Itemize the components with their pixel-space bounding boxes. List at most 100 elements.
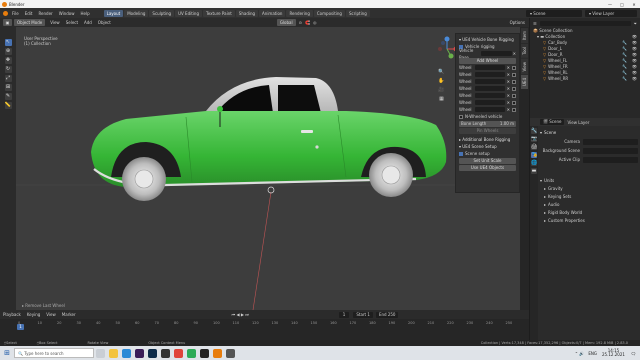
grid-view-icon[interactable]: ▦ — [438, 96, 445, 103]
visibility-eye-icon[interactable]: 👁 — [632, 58, 637, 63]
property-section[interactable]: ▸ Custom Properties — [540, 216, 638, 224]
tray-icons[interactable]: ⌃ 🔊 — [575, 351, 585, 356]
wheel-remove-icon[interactable]: ✕ — [507, 71, 510, 78]
snap-icon[interactable]: 🧲 — [305, 20, 310, 25]
menu-window[interactable]: Window — [59, 11, 75, 16]
wheel-field[interactable] — [475, 72, 505, 77]
use-ue4-objects-button[interactable]: Use UE4 Objects — [459, 164, 516, 171]
rotate-tool-icon[interactable]: ↻ — [4, 66, 12, 73]
menu-file[interactable]: File — [12, 11, 19, 16]
wheel-field[interactable] — [475, 65, 505, 70]
3d-viewport[interactable]: User Perspective (1) Collection 🔍 ✋ 🎥 ▦ … — [16, 27, 529, 310]
n-wheeled-checkbox[interactable]: N-Wheeled vehicle — [459, 113, 516, 120]
timeline-menu-keying[interactable]: Keying — [27, 312, 40, 317]
outliner-type-icon[interactable]: ☰ — [533, 21, 537, 26]
visibility-eye-icon[interactable]: 👁 — [632, 40, 637, 45]
scene-tab-field[interactable]: 🎬 Scene — [540, 119, 565, 125]
orientation-selector[interactable]: Global — [276, 19, 296, 26]
timeline-menu-marker[interactable]: Marker — [62, 312, 76, 317]
language-indicator[interactable]: ENG — [588, 351, 597, 356]
visibility-eye-icon[interactable]: 👁 — [632, 34, 637, 39]
set-unit-scale-button[interactable]: Set Unit Scale — [459, 157, 516, 164]
view-layer-tab[interactable]: View Layer — [567, 120, 589, 125]
sidebar-tab-ue4[interactable]: UE4 — [521, 75, 528, 90]
editor-type-button[interactable]: ▣ — [3, 19, 12, 26]
pan-hand-icon[interactable]: ✋ — [438, 78, 445, 85]
file-explorer-icon[interactable] — [109, 348, 118, 358]
playback-controls[interactable]: ⏮ ◀ ▶ ⏭ — [232, 312, 249, 317]
wheel-remove-icon[interactable]: ✕ — [507, 85, 510, 92]
select-tool-icon[interactable]: ↖ — [4, 39, 12, 46]
proportional-icon[interactable]: ◎ — [313, 20, 317, 25]
measure-tool-icon[interactable]: 📏 — [4, 102, 12, 109]
wheel-field[interactable] — [475, 100, 505, 105]
wheel-field[interactable] — [475, 86, 505, 91]
blender-menu-icon[interactable] — [3, 10, 8, 16]
scene-setup-header[interactable]: ▾ UE4 Scene Setup — [459, 143, 516, 150]
wheel-remove-icon[interactable]: ✕ — [507, 78, 510, 85]
outliner-search-input[interactable] — [539, 21, 631, 26]
unreal-icon[interactable] — [200, 348, 209, 358]
output-props-icon[interactable]: 🖨 — [531, 144, 537, 150]
playhead[interactable]: 1 — [17, 324, 24, 330]
wheel-remove-icon[interactable]: ✕ — [507, 106, 510, 113]
premiere-icon[interactable] — [135, 348, 144, 358]
minimize-icon[interactable]: — — [604, 2, 616, 7]
workspace-tab-uv-editing[interactable]: UV Editing — [175, 9, 202, 17]
move-tool-icon[interactable]: ✥ — [4, 57, 12, 64]
app-icon[interactable] — [187, 348, 196, 358]
visibility-eye-icon[interactable]: 👁 — [632, 70, 637, 75]
current-frame-field[interactable]: 1 — [338, 311, 350, 318]
mode-selector[interactable]: Object Mode — [14, 19, 46, 26]
wheel-remove-icon[interactable]: ✕ — [507, 64, 510, 71]
timeline-ruler[interactable]: 0 10 20 30 40 50 60 70 80 90 100 110 120 130 140 150 160… — [0, 319, 529, 327]
browser-icon[interactable] — [226, 348, 235, 358]
pivot-icon[interactable]: ⊙ — [299, 20, 302, 25]
wheel-checkbox[interactable] — [512, 72, 516, 77]
wheel-checkbox[interactable] — [512, 100, 516, 105]
view-layer-selector[interactable]: ▾ View Layer — [585, 9, 637, 17]
zoom-icon[interactable]: 🔍 — [438, 69, 445, 76]
add-wheel-button[interactable]: Add Wheel — [459, 57, 516, 64]
wheel-checkbox[interactable] — [512, 93, 516, 98]
filter-icon[interactable]: ⏷ — [634, 21, 637, 26]
wheel-checkbox[interactable] — [512, 86, 516, 91]
obs-icon[interactable] — [161, 348, 170, 358]
end-frame-field[interactable]: End 250 — [375, 311, 399, 318]
bg-scene-field[interactable] — [583, 147, 638, 154]
task-view-icon[interactable] — [96, 348, 105, 358]
close-icon[interactable]: ✕ — [628, 2, 640, 7]
workspace-tab-sculpting[interactable]: Sculpting — [149, 9, 175, 17]
workspace-tab-animation[interactable]: Animation — [259, 9, 286, 17]
wheel-field[interactable] — [475, 79, 505, 84]
wheel-field[interactable] — [475, 93, 505, 98]
visibility-eye-icon[interactable]: 👁 — [632, 46, 637, 51]
wheel-remove-icon[interactable]: ✕ — [507, 92, 510, 99]
viewport-menu-view[interactable]: View — [50, 20, 60, 25]
vehicle-base-clear-icon[interactable]: ✕ — [513, 50, 516, 57]
workspace-tab-layout[interactable]: Layout — [103, 9, 124, 17]
camera-view-icon[interactable]: 🎥 — [438, 87, 445, 94]
workspace-tab-modeling[interactable]: Modeling — [124, 9, 149, 17]
notifications-icon[interactable]: 🗨 — [631, 351, 636, 356]
wheel-checkbox[interactable] — [512, 65, 516, 70]
wheel-field[interactable] — [475, 107, 505, 112]
annotate-tool-icon[interactable]: ✎ — [4, 93, 12, 100]
sidebar-tab-tool[interactable]: Tool — [521, 44, 528, 58]
scene-section-header[interactable]: ▾ Scene — [540, 128, 638, 137]
panel-title[interactable]: ▾ UE4 Vehicle Bone Rigging — [459, 36, 516, 43]
taskbar-search-box[interactable]: 🔍 Type here to search — [14, 348, 94, 358]
active-clip-field[interactable] — [583, 156, 638, 163]
visibility-eye-icon[interactable]: 👁 — [632, 52, 637, 57]
additional-rigging-header[interactable]: ▸ Additional Bone Rigging — [459, 136, 516, 143]
render-props-icon[interactable]: 📷 — [531, 136, 537, 142]
collection-props-icon[interactable]: ▬ — [531, 168, 537, 174]
workspace-tab-rendering[interactable]: Rendering — [286, 9, 313, 17]
pin-wheels-button[interactable]: Pin Wheels — [459, 127, 516, 134]
scene-setup-checkbox[interactable]: Scene setup — [459, 150, 516, 157]
start-frame-field[interactable]: Start 1 — [353, 311, 373, 318]
scale-tool-icon[interactable]: ⤢ — [4, 75, 12, 82]
wheel-remove-icon[interactable]: ✕ — [507, 99, 510, 106]
maximize-icon[interactable]: □ — [616, 2, 628, 7]
cursor-tool-icon[interactable]: ⊕ — [4, 48, 12, 55]
